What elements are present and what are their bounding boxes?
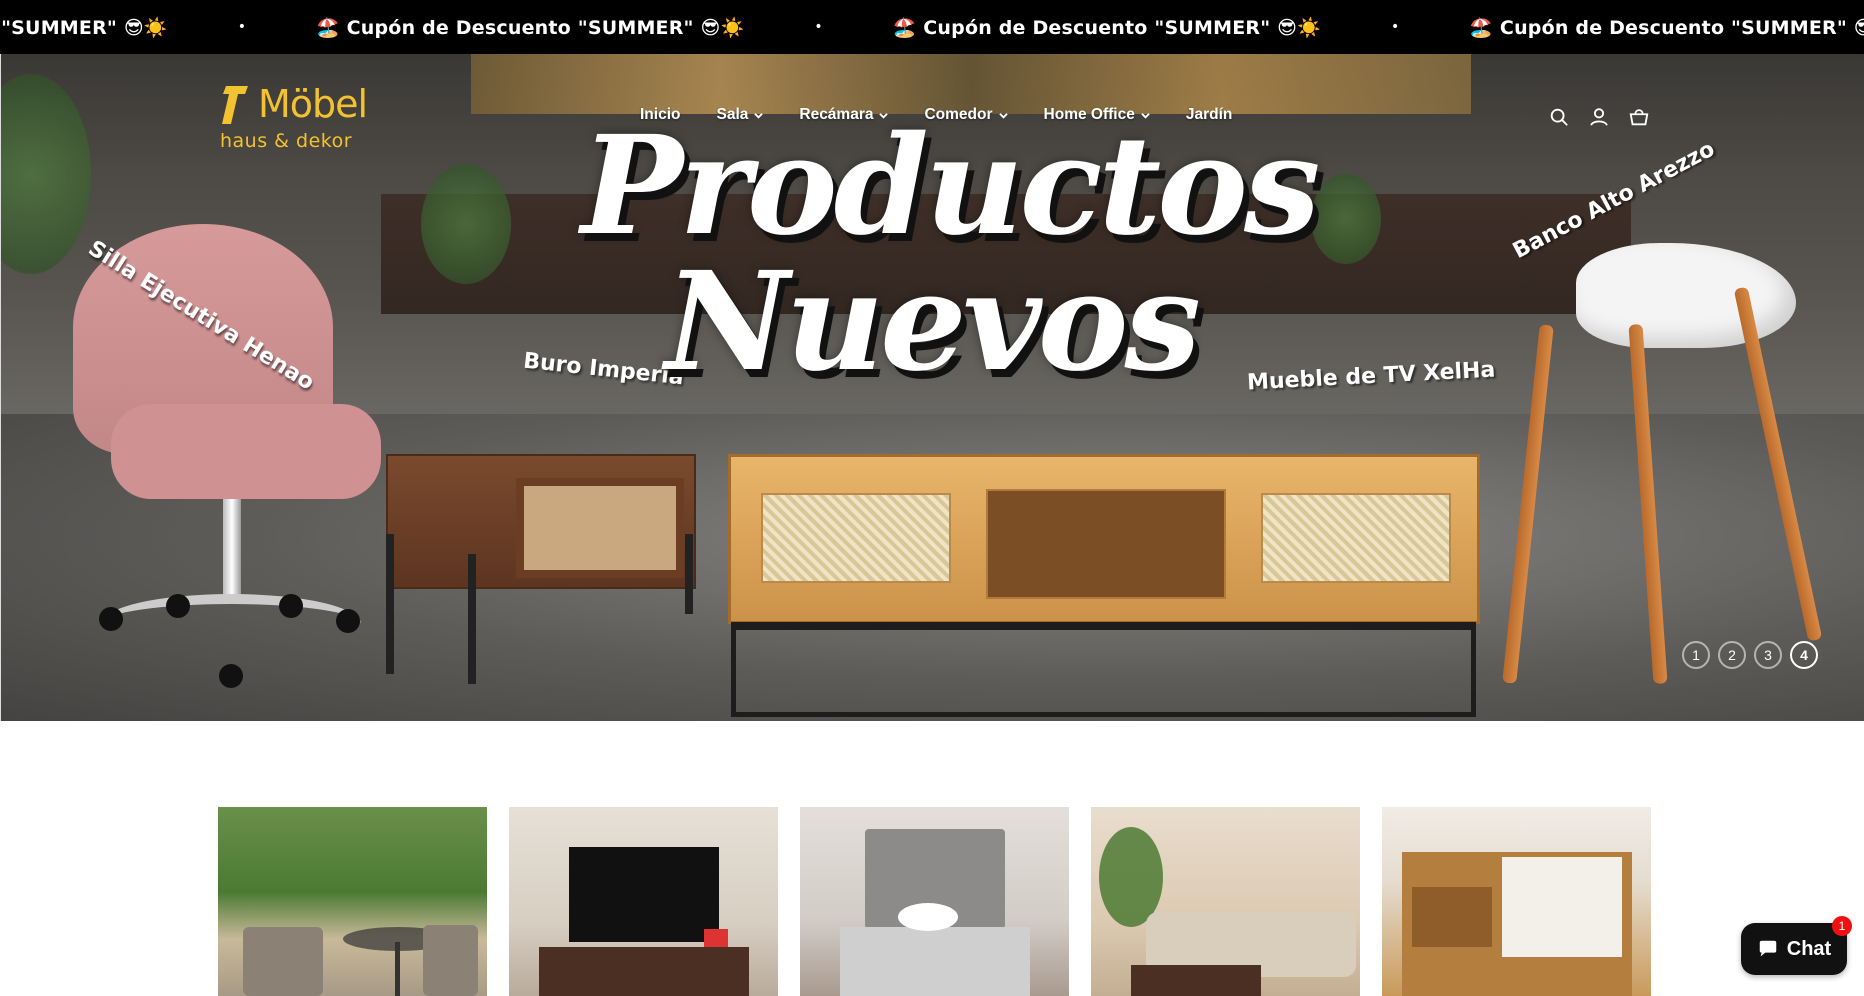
- bar-stool-image: [1576, 243, 1796, 348]
- nav-label: Recámara: [799, 106, 874, 123]
- nav-item-recamara[interactable]: Recámara: [799, 106, 889, 124]
- plant-decor: [421, 164, 511, 284]
- wardrobe-tile[interactable]: [1382, 807, 1651, 996]
- tv-stand-shelf: [986, 489, 1226, 599]
- office-chair-base: [101, 594, 361, 654]
- office-chair-seat: [111, 404, 381, 499]
- hero-window-decor: [471, 54, 1471, 114]
- chevron-down-icon: [1141, 112, 1150, 119]
- chat-notification-badge: 1: [1832, 916, 1852, 936]
- garden-furniture-image: [243, 925, 478, 996]
- nav-label: Inicio: [640, 106, 681, 123]
- logo-wordmark: Möbel: [258, 82, 368, 126]
- hero-headline: Productos Nuevos: [581, 118, 1321, 402]
- garden-tile[interactable]: [218, 807, 487, 996]
- logo-tagline: haus & dekor: [220, 130, 353, 152]
- nav-item-inicio[interactable]: Inicio: [640, 106, 680, 124]
- nightstand-image: [386, 454, 696, 589]
- chair-wheel: [166, 594, 190, 618]
- main-nav: Inicio Sala Recámara Comedor Home Office…: [640, 106, 1268, 124]
- tv-room-image: [539, 847, 749, 996]
- cart-icon[interactable]: [1628, 106, 1650, 128]
- tv-furniture-tile[interactable]: [509, 807, 778, 996]
- chevron-down-icon: [879, 112, 889, 119]
- announcement-separator: •: [237, 19, 246, 35]
- tv-stand-frame: [731, 622, 1476, 717]
- hero-headline-line2: Nuevos: [664, 242, 1201, 402]
- tv-stand-rattan-panel: [761, 493, 951, 583]
- site-logo[interactable]: Möbel haus & dekor: [218, 80, 368, 155]
- chat-bubble-icon: [1759, 940, 1777, 957]
- category-tiles: [218, 807, 1651, 996]
- chair-wheel: [336, 609, 360, 633]
- nightstand-drawer: [516, 478, 684, 578]
- living-room-image: [1099, 827, 1356, 996]
- announcement-separator: •: [1390, 19, 1400, 35]
- chevron-down-icon: [754, 112, 764, 119]
- nav-label: Comedor: [924, 106, 993, 123]
- chair-wheel: [279, 594, 303, 618]
- header-icons: [1548, 106, 1650, 128]
- tv-stand-image: [728, 454, 1480, 624]
- bedroom-image: [840, 829, 1030, 996]
- chevron-down-icon: [998, 112, 1008, 119]
- slide-dot-2[interactable]: 2: [1718, 641, 1746, 669]
- nightstand-leg: [386, 534, 394, 674]
- search-icon[interactable]: [1548, 106, 1570, 128]
- office-chair-pole: [223, 499, 241, 599]
- bedroom-tile[interactable]: [800, 807, 1069, 996]
- slider-dots: 1 2 3 4: [1682, 641, 1818, 669]
- slide-dot-3[interactable]: 3: [1754, 641, 1782, 669]
- nav-item-jardin[interactable]: Jardín: [1186, 106, 1233, 124]
- logo-icon: [222, 86, 248, 124]
- chat-label: Chat: [1786, 937, 1832, 960]
- nightstand-leg: [685, 534, 693, 614]
- nav-label: Sala: [716, 106, 749, 123]
- announcement-separator: •: [814, 19, 823, 35]
- slide-dot-1[interactable]: 1: [1682, 641, 1710, 669]
- nav-item-sala[interactable]: Sala: [716, 106, 764, 124]
- nav-label: Jardín: [1185, 106, 1233, 123]
- nightstand-leg: [468, 554, 476, 684]
- announcement-text: 🏖️ Cupón de Descuento "SUMMER" 😎☀️: [1469, 16, 1864, 39]
- plant-decor: [1, 74, 91, 274]
- announcement-bar: nto "SUMMER" 😎☀️ • 🏖️ Cupón de Descuento…: [0, 0, 1864, 54]
- announcement-text: nto "SUMMER" 😎☀️: [0, 16, 168, 39]
- chat-button[interactable]: Chat: [1741, 923, 1847, 975]
- tv-stand-rattan-panel: [1261, 493, 1451, 583]
- account-icon[interactable]: [1588, 106, 1610, 128]
- living-room-tile[interactable]: [1091, 807, 1360, 996]
- announcement-track: nto "SUMMER" 😎☀️ • 🏖️ Cupón de Descuento…: [0, 0, 1864, 54]
- nav-item-comedor[interactable]: Comedor: [924, 106, 1008, 124]
- chair-wheel: [99, 607, 123, 631]
- nav-label: Home Office: [1043, 106, 1135, 123]
- plant-decor: [1311, 174, 1381, 264]
- nav-item-home-office[interactable]: Home Office: [1044, 106, 1150, 124]
- chair-wheel: [219, 664, 243, 688]
- announcement-text: 🏖️ Cupón de Descuento "SUMMER" 😎☀️: [315, 16, 745, 39]
- product-label-tv-stand: Mueble de TV XelHa: [1246, 357, 1496, 396]
- announcement-text: 🏖️ Cupón de Descuento "SUMMER" 😎☀️: [892, 16, 1321, 39]
- slide-dot-4[interactable]: 4: [1790, 641, 1818, 669]
- wardrobe-image: [1402, 852, 1632, 996]
